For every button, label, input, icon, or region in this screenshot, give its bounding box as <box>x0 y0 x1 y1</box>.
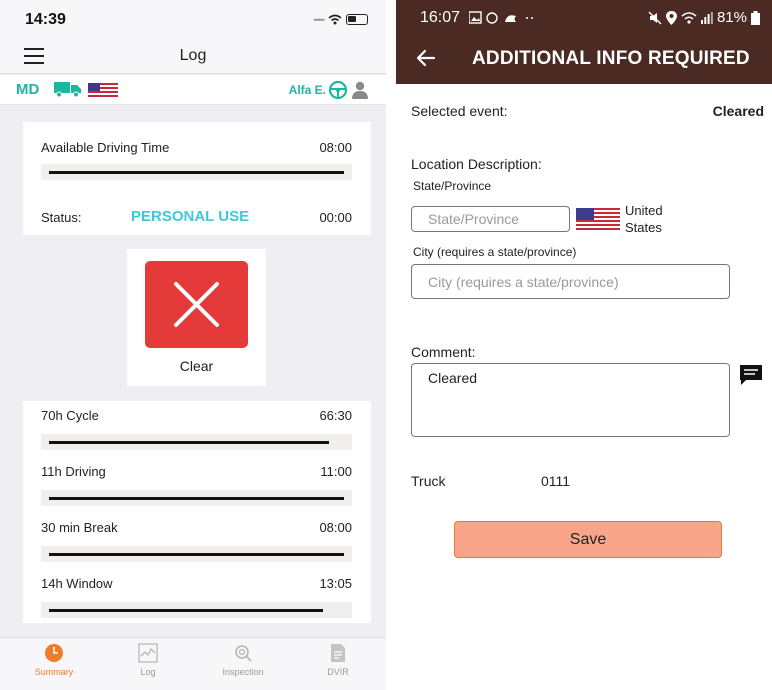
counter-progress-fill <box>49 609 323 612</box>
truck-value: 0111 <box>541 473 571 489</box>
signal-icon <box>700 11 713 24</box>
location-heading: Location Description: <box>411 156 542 172</box>
status-value: PERSONAL USE <box>131 208 250 225</box>
truck-label: Truck <box>411 473 446 489</box>
clear-label: Clear <box>179 358 214 374</box>
status-label: Status: <box>41 210 82 225</box>
state-province-input[interactable] <box>411 206 570 232</box>
tab-inspection[interactable]: Inspection <box>195 638 291 690</box>
counter-value: 08:00 <box>319 520 352 535</box>
counter-label: 14h Window <box>41 576 113 591</box>
close-icon <box>174 282 219 327</box>
tab-label: Summary <box>34 667 74 677</box>
signal-dots-icon: ••••• <box>313 14 325 25</box>
counter-progress-fill <box>49 497 344 500</box>
counter-progress-bar <box>41 602 352 618</box>
counter-value: 13:05 <box>319 576 352 591</box>
back-arrow-icon[interactable] <box>414 46 438 70</box>
counter-value: 11:00 <box>320 464 352 479</box>
clock-icon <box>45 644 63 662</box>
us-flag-icon[interactable] <box>576 208 620 230</box>
chart-icon <box>138 643 158 663</box>
available-value: 08:00 <box>319 140 352 155</box>
country-line-1: United <box>625 203 663 218</box>
driver-name: Alfa E. <box>288 83 326 97</box>
counter-progress-bar <box>41 434 352 450</box>
page-title: Log <box>179 47 207 64</box>
battery-icon <box>346 14 368 25</box>
tab-label: DVIR <box>327 667 349 677</box>
clear-card: Clear <box>127 249 266 386</box>
us-flag-icon <box>88 83 118 97</box>
tab-label: Inspection <box>222 667 264 677</box>
status-time: 16:07 <box>420 9 461 26</box>
app-bar: ADDITIONAL INFO REQUIRED <box>396 36 772 84</box>
notification-icons <box>469 11 533 24</box>
counter-value: 66:30 <box>319 408 352 423</box>
counter-progress-bar <box>41 546 352 562</box>
tab-dvir[interactable]: DVIR <box>290 638 386 690</box>
status-bar: 14:39 ••••• <box>0 0 386 38</box>
available-progress-bar <box>41 164 352 180</box>
selected-event-value: Cleared <box>712 103 764 119</box>
clear-button[interactable] <box>145 261 248 348</box>
state-label: State/Province <box>413 179 492 193</box>
counter-progress-fill <box>49 441 329 444</box>
counter-row: 14h Window 13:05 <box>23 575 371 631</box>
system-status: 81% <box>648 9 760 26</box>
counter-progress-fill <box>49 553 344 556</box>
person-icon[interactable] <box>350 80 370 100</box>
available-label: Available Driving Time <box>41 140 170 155</box>
location-icon <box>665 10 677 25</box>
tab-bar: Summary Log Inspection DVIR <box>0 637 386 690</box>
wifi-icon <box>681 12 697 24</box>
mute-icon <box>648 11 662 24</box>
truck-icon <box>54 82 81 97</box>
counters-card: 70h Cycle 66:30 11h Driving 11:00 30 min Bre… <box>23 401 371 623</box>
document-icon <box>331 644 345 662</box>
steering-wheel-icon[interactable] <box>328 80 348 100</box>
nav-bar: Log <box>0 38 386 74</box>
comment-label: Comment: <box>411 344 476 360</box>
log-screen: 14:39 ••••• Log MD Alfa E. Available Dri… <box>0 0 386 690</box>
message-icon[interactable] <box>739 364 763 386</box>
page-title: ADDITIONAL INFO REQUIRED <box>472 48 750 69</box>
counter-row: 11h Driving 11:00 <box>23 463 371 519</box>
country-line-2: States <box>625 220 662 235</box>
save-button[interactable]: Save <box>454 521 722 558</box>
tab-summary[interactable]: Summary <box>6 638 102 690</box>
region-code: MD <box>16 81 40 98</box>
selected-event-label: Selected event: <box>411 103 508 119</box>
tab-label: Log <box>140 667 156 677</box>
status-bar: 16:07 81% <box>396 0 772 36</box>
city-label: City (requires a state/province) <box>413 245 577 259</box>
availability-card: Available Driving Time 08:00 Status: PER… <box>23 122 371 235</box>
battery-icon <box>751 10 760 25</box>
counter-row: 70h Cycle 66:30 <box>23 407 371 463</box>
wifi-icon <box>328 14 342 25</box>
counter-label: 70h Cycle <box>41 408 99 423</box>
available-progress-fill <box>49 171 344 174</box>
status-icons: ••••• <box>313 14 368 25</box>
counter-label: 11h Driving <box>41 464 106 479</box>
status-time-value: 00:00 <box>319 210 352 225</box>
comment-textarea[interactable]: Cleared <box>411 363 730 437</box>
tab-log[interactable]: Log <box>100 638 196 690</box>
additional-info-screen: 16:07 81% ADDITIONAL INFO REQUIRED Selec… <box>396 0 772 690</box>
city-input[interactable] <box>411 264 730 299</box>
magnifier-icon <box>235 645 252 662</box>
counter-label: 30 min Break <box>41 520 118 535</box>
battery-percent: 81% <box>716 9 747 26</box>
counter-row: 30 min Break 08:00 <box>23 519 371 575</box>
status-time: 14:39 <box>25 11 66 28</box>
counter-progress-bar <box>41 490 352 506</box>
info-bar: MD Alfa E. <box>0 75 386 105</box>
